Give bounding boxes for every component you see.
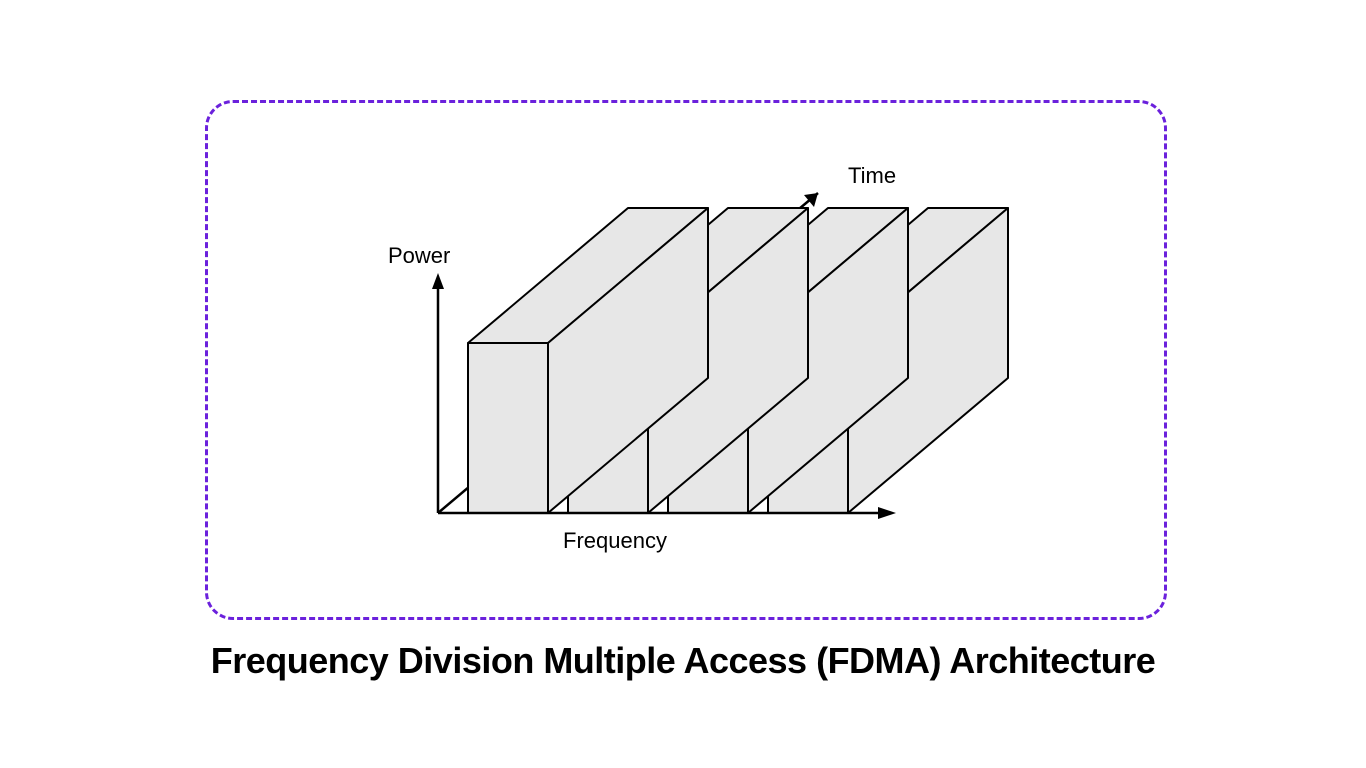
time-axis-label: Time	[848, 163, 896, 188]
power-axis	[432, 273, 444, 513]
diagram-canvas: Time	[208, 103, 1164, 617]
frequency-axis-label: Frequency	[563, 528, 667, 553]
diagram-caption: Frequency Division Multiple Access (FDMA…	[0, 640, 1366, 682]
power-axis-label: Power	[388, 243, 450, 268]
page: Time	[0, 0, 1366, 768]
fdma-diagram-svg: Time	[208, 103, 1170, 623]
diagram-frame: Time	[205, 100, 1167, 620]
